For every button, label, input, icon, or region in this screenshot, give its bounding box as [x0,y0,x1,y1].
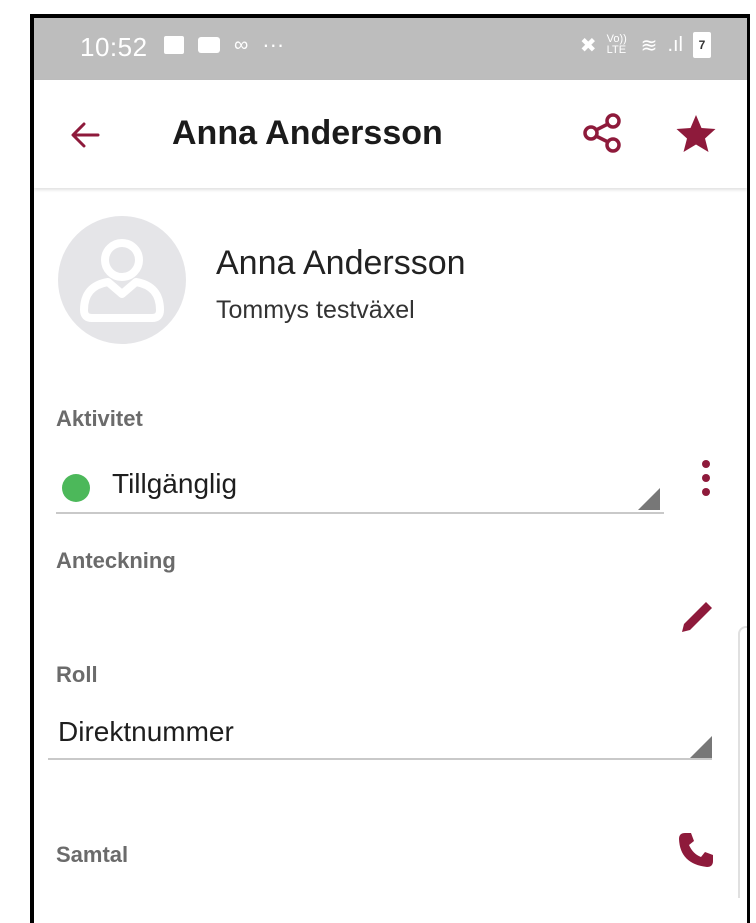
role-underline [48,758,712,760]
phone-screen: 10:52 ∞ ··· ✖ Vo)) LTE ≋ .ıl 7 Anna Ande… [30,14,750,923]
dropdown-arrow-icon [690,736,712,758]
app-bar: Anna Andersson [34,80,747,188]
activity-label: Aktivitet [56,406,143,431]
notification-icons: ∞ ··· [164,32,284,58]
contact-organization: Tommys testväxel [216,296,415,324]
message-icon [198,37,220,53]
volte-icon: Vo)) LTE [606,33,627,56]
avatar [58,216,186,344]
status-bar: 10:52 ∞ ··· ✖ Vo)) LTE ≋ .ıl 7 [34,18,747,80]
voicemail-icon: ∞ [234,33,249,56]
mute-icon: ✖ [579,34,597,57]
page-title: Anna Andersson [172,114,443,152]
system-icons: ✖ Vo)) LTE ≋ .ıl 7 [580,32,711,58]
phone-call-icon[interactable] [676,830,716,870]
share-icon[interactable] [582,112,624,154]
status-dot [62,474,90,502]
edit-pencil-icon[interactable] [674,596,718,640]
activity-value: Tillgänglig [112,468,238,499]
person-icon [80,239,164,322]
role-value: Direktnummer [58,716,234,747]
scrollbar[interactable] [738,626,747,898]
more-options-icon[interactable] [700,460,712,504]
calls-label: Samtal [56,842,129,867]
wifi-icon: ≋ [640,34,658,57]
dropdown-arrow-icon [638,488,660,510]
signal-icon: .ıl [667,33,683,56]
more-notifications: ··· [262,32,285,57]
activity-underline [56,512,664,514]
role-label: Roll [56,662,98,687]
battery-icon: 7 [693,32,711,58]
favorite-star-icon[interactable] [674,112,718,156]
back-arrow-icon[interactable] [68,118,102,152]
contact-name: Anna Andersson [216,244,466,282]
gallery-icon [164,36,184,54]
note-label: Anteckning [56,548,176,573]
status-time: 10:52 [80,32,148,62]
